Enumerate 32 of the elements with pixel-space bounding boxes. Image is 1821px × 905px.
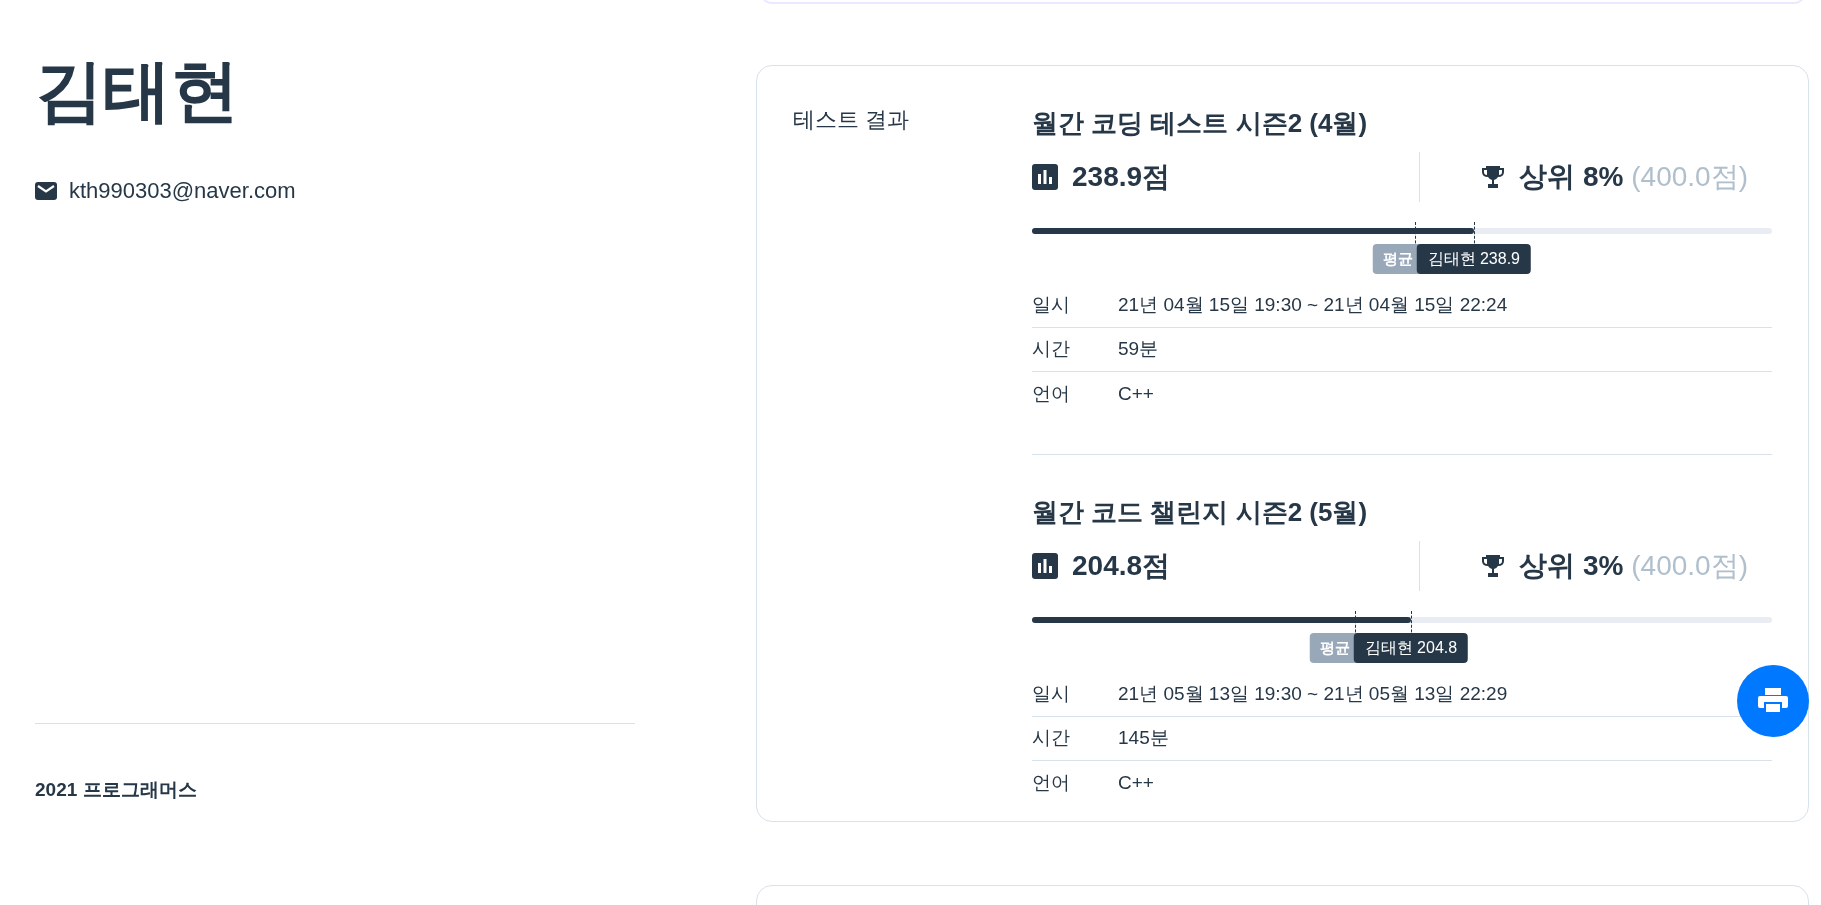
test-title: 월간 코딩 테스트 시즌2 (4월)	[1032, 107, 1369, 140]
detail-label: 시간	[1032, 337, 1071, 362]
chart-icon	[1032, 553, 1058, 579]
detail-label: 언어	[1032, 770, 1071, 795]
detail-value: 21년 04월 15일 19:30 ~ 21년 04월 15일 22:24	[1118, 293, 1508, 318]
average-tooltip: 평균	[1309, 633, 1358, 663]
detail-label: 일시	[1032, 682, 1071, 707]
score-text: 204.8점	[1072, 549, 1171, 583]
detail-label: 일시	[1032, 293, 1071, 318]
test-title: 월간 코드 챌린지 시즌2 (5월)	[1032, 496, 1369, 529]
detail-value: 145분	[1118, 726, 1169, 751]
section-heading: 테스트 결과	[793, 106, 911, 134]
detail-label: 언어	[1032, 381, 1071, 406]
score-tooltip: 김태현 204.8	[1353, 633, 1469, 663]
mail-icon	[35, 181, 57, 200]
detail-value: C++	[1118, 770, 1154, 795]
score-text: 238.9점	[1072, 160, 1171, 194]
detail-value: 21년 05월 13일 19:30 ~ 21년 05월 13일 22:29	[1118, 682, 1508, 707]
score-tooltip: 김태현 238.9	[1416, 244, 1531, 274]
copyright-text: 2021 프로그래머스	[35, 777, 198, 802]
rank-text: 상위 8% (400.0점)	[1519, 160, 1748, 194]
profile-name: 김태현	[35, 52, 240, 128]
rank-text: 상위 3% (400.0점)	[1519, 549, 1748, 583]
detail-value: C++	[1118, 381, 1154, 406]
detail-label: 시간	[1032, 726, 1071, 751]
printer-icon	[1758, 688, 1788, 714]
detail-value: 59분	[1118, 337, 1159, 362]
chart-icon	[1032, 164, 1058, 190]
email-text: kth990303@naver.com	[69, 177, 296, 205]
trophy-icon	[1481, 165, 1506, 189]
average-tooltip: 평균	[1372, 244, 1421, 274]
trophy-icon	[1481, 554, 1506, 578]
